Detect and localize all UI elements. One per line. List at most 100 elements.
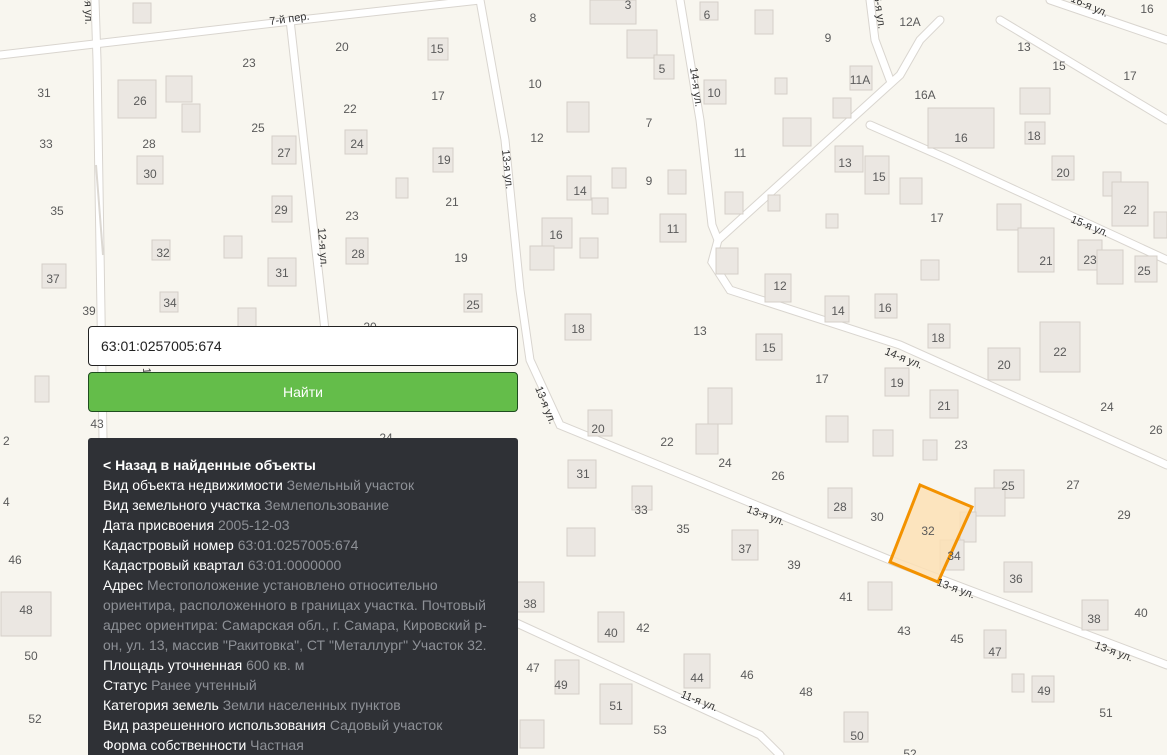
house-number: 48 — [19, 603, 33, 617]
info-label: Категория земель — [103, 697, 219, 713]
house-number: 24 — [350, 137, 364, 151]
house-number: 3 — [625, 0, 632, 12]
info-label: Площадь уточненная — [103, 657, 243, 673]
house-number: 25 — [251, 121, 265, 135]
info-value: Садовый участок — [329, 717, 443, 733]
house-number: 18 — [931, 331, 945, 345]
house-number: 29 — [1117, 508, 1131, 522]
house-number: 38 — [1087, 612, 1101, 626]
house-number: 33 — [634, 503, 648, 517]
house-number: 16А — [914, 88, 935, 102]
house-number: 20 — [1056, 166, 1070, 180]
house-number: 47 — [526, 661, 540, 675]
house-number: 31 — [275, 266, 289, 280]
house-number: 47 — [988, 645, 1002, 659]
house-number: 27 — [277, 146, 291, 160]
house-number: 15 — [1052, 59, 1066, 73]
house-number: 17 — [1123, 69, 1137, 83]
house-number: 46 — [740, 668, 754, 682]
house-number: 28 — [142, 137, 156, 151]
info-row: Кадастровый квартал 63:01:0000000 — [103, 555, 503, 575]
house-number: 27 — [1066, 478, 1080, 492]
info-label: Адрес — [103, 577, 144, 593]
house-number: 15 — [762, 341, 776, 355]
house-number: 38 — [523, 597, 537, 611]
house-number: 50 — [24, 649, 38, 663]
object-info-panel: < Назад в найденные объекты Вид объекта … — [88, 438, 518, 755]
house-number: 40 — [604, 626, 618, 640]
info-value: 63:01:0000000 — [247, 557, 342, 573]
house-number: 46 — [8, 553, 22, 567]
house-number: 44 — [690, 671, 704, 685]
house-number: 16 — [549, 228, 563, 242]
house-number: 26 — [771, 469, 785, 483]
info-row: Адрес Местоположение установлено относит… — [103, 575, 503, 655]
house-number: 50 — [850, 729, 864, 743]
house-number: 49 — [554, 678, 568, 692]
house-number: 37 — [738, 542, 752, 556]
house-number: 16 — [954, 131, 968, 145]
cadastral-number-input[interactable] — [88, 326, 518, 366]
house-number: 12 — [773, 279, 787, 293]
house-number: 26 — [1149, 423, 1163, 437]
back-to-results-link[interactable]: < Назад в найденные объекты — [103, 457, 316, 473]
house-number: 28 — [833, 500, 847, 514]
info-value: Земли населенных пунктов — [222, 697, 401, 713]
info-value: Частная — [250, 737, 304, 753]
house-number: 22 — [660, 435, 674, 449]
info-row: Кадастровый номер 63:01:0257005:674 — [103, 535, 503, 555]
house-number: 23 — [345, 209, 359, 223]
house-number: 34 — [163, 296, 177, 310]
house-number: 25 — [1137, 264, 1151, 278]
info-value: Ранее учтенный — [151, 677, 257, 693]
info-label: Вид объекта недвижимости — [103, 477, 283, 493]
house-number: 20 — [997, 358, 1011, 372]
house-number: 10 — [528, 77, 542, 91]
house-number: 37 — [46, 272, 60, 286]
house-number: 51 — [1099, 706, 1113, 720]
house-number: 4 — [3, 495, 10, 509]
house-number: 13 — [838, 156, 852, 170]
house-number: 20 — [591, 422, 605, 436]
house-number: 51 — [609, 699, 623, 713]
house-number: 24 — [1100, 400, 1114, 414]
house-number: 49 — [1037, 684, 1051, 698]
house-number: 11А — [850, 73, 870, 87]
house-number: 13 — [693, 324, 707, 338]
house-number: 28 — [351, 247, 365, 261]
house-number: 52 — [28, 712, 42, 726]
house-number: 21 — [445, 195, 459, 209]
info-label: Дата присвоения — [103, 517, 215, 533]
info-row: Категория земель Земли населенных пункто… — [103, 695, 503, 715]
house-number: 14 — [831, 304, 845, 318]
house-number: 6 — [704, 8, 711, 22]
house-number: 41 — [839, 590, 853, 604]
info-row: Вид объекта недвижимости Земельный участ… — [103, 475, 503, 495]
house-number: 19 — [437, 153, 451, 167]
house-number: 35 — [50, 204, 64, 218]
house-number: 16 — [1140, 2, 1154, 16]
house-number: 23 — [242, 56, 256, 70]
street-label: 12-я ул. — [81, 0, 94, 25]
find-button[interactable]: Найти — [88, 372, 518, 412]
house-number: 17 — [930, 211, 944, 225]
house-number: 42 — [636, 621, 650, 635]
house-number: 7 — [646, 116, 653, 130]
house-number: 48 — [799, 685, 813, 699]
house-number: 5 — [659, 62, 666, 76]
house-number: 14 — [573, 184, 587, 198]
info-value: Земельный участок — [286, 477, 415, 493]
house-number: 9 — [646, 174, 653, 188]
house-number: 12 — [530, 131, 544, 145]
house-number: 10 — [707, 86, 721, 100]
info-value: 63:01:0257005:674 — [237, 537, 359, 553]
info-label: Кадастровый квартал — [103, 557, 244, 573]
house-number: 17 — [431, 89, 445, 103]
house-number: 18 — [571, 322, 585, 336]
house-number: 11 — [734, 146, 747, 160]
house-number: 31 — [576, 467, 590, 481]
info-label: Вид земельного участка — [103, 497, 261, 513]
house-number: 29 — [274, 203, 288, 217]
house-number: 20 — [335, 40, 349, 54]
house-number: 22 — [343, 102, 357, 116]
